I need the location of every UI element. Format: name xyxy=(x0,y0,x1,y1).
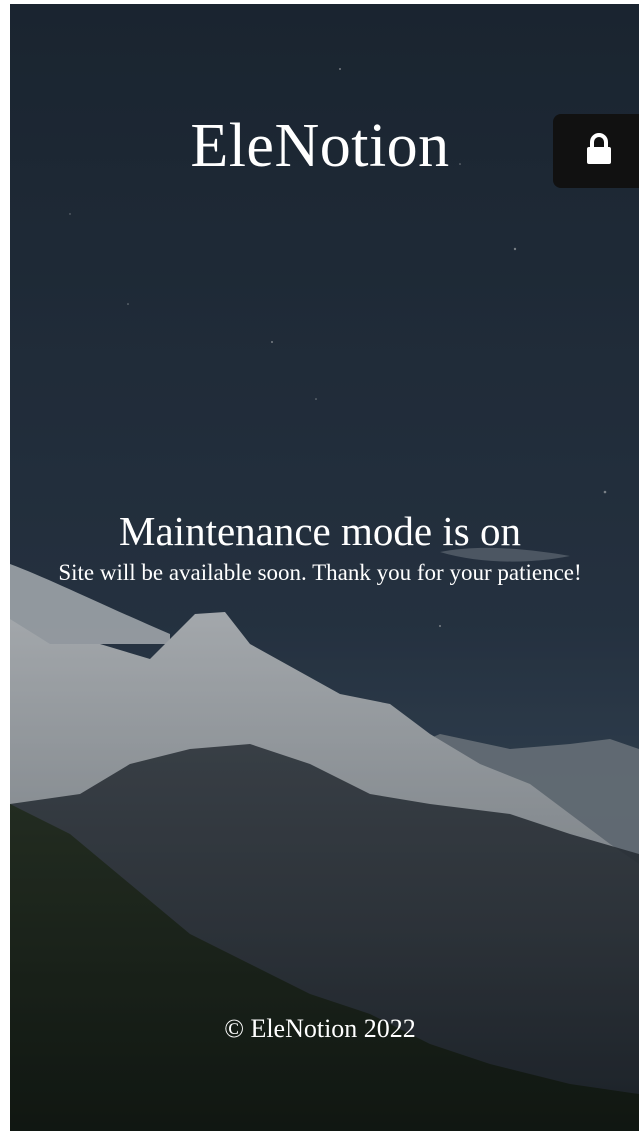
site-title: EleNotion xyxy=(190,112,450,180)
maintenance-message: Site will be available soon. Thank you f… xyxy=(58,560,582,585)
maintenance-page: EleNotion Maintenance mode is on Site wi… xyxy=(10,4,639,1131)
footer-copyright: © EleNotion 2022 xyxy=(224,1014,416,1043)
lock-icon xyxy=(587,133,611,164)
maintenance-notice: Maintenance mode is on Site will be avai… xyxy=(40,506,600,588)
lock-button[interactable] xyxy=(553,114,639,188)
maintenance-headline: Maintenance mode is on xyxy=(119,508,521,554)
